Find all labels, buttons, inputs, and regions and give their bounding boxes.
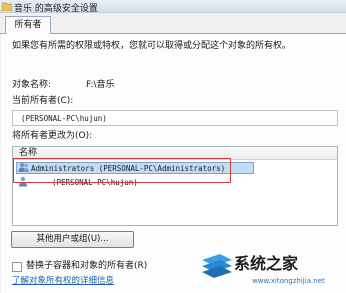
replace-owner-label: 替换子容器和对象的所有者(R): [26, 261, 148, 271]
current-owner-field: (PERSONAL-PC\hujun): [12, 110, 338, 126]
ownership-details-link[interactable]: 了解对象所有权的详细信息: [12, 276, 114, 287]
user-icon: [18, 176, 28, 190]
list-item-user[interactable]: (PERSONAL-PC\hujun): [13, 175, 337, 188]
window-title-bar: 音乐 的高级安全设置: [0, 0, 346, 14]
description-text: 如果您有所需的权限或特权，您就可以取得或分配这个对象的所有权。: [12, 41, 292, 51]
current-owner-label: 当前所有者(C):: [12, 96, 74, 106]
current-owner-value: (PERSONAL-PC\hujun): [21, 114, 107, 123]
object-name-value: F:\音乐: [86, 80, 115, 90]
list-item-label: Administrators (PERSONAL-PC\Administrato…: [31, 164, 226, 173]
change-owner-label: 将所有者更改为(O):: [12, 131, 93, 141]
watermark: 系统之家 www.xitongzhijia.net: [200, 248, 346, 293]
tab-owner[interactable]: 所有者: [5, 16, 51, 35]
group-icon: [18, 162, 30, 176]
watermark-url: www.xitongzhijia.net: [252, 277, 325, 285]
name-column-header[interactable]: 名称: [19, 148, 37, 159]
list-header: 名称: [13, 147, 337, 160]
owner-list[interactable]: 名称 Administrators (PERSONAL-PC\Administr…: [12, 146, 338, 226]
watermark-brand: 系统之家: [234, 254, 299, 273]
replace-owner-checkbox[interactable]: [12, 262, 22, 272]
object-name-label: 对象名称:: [12, 80, 52, 90]
watermark-logo-icon: [202, 254, 232, 278]
list-item-label: (PERSONAL-PC\hujun): [52, 178, 138, 187]
other-users-button[interactable]: 其他用户或组(U)...: [11, 231, 134, 248]
tab-bar: 所有者: [0, 13, 346, 35]
list-item-administrators[interactable]: Administrators (PERSONAL-PC\Administrato…: [13, 161, 337, 174]
